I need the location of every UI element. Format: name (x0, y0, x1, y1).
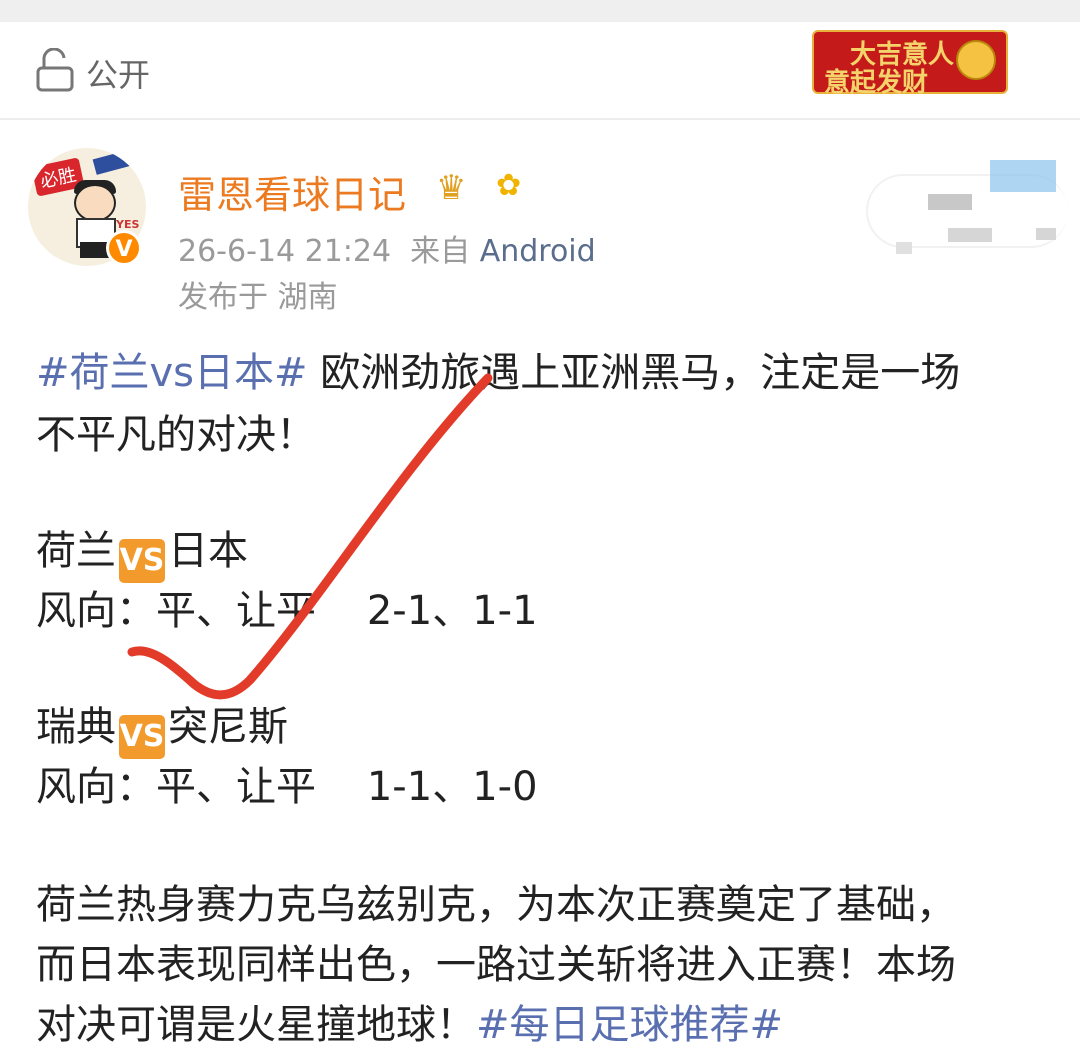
avatar-note: YES (116, 218, 140, 231)
post-para-line2: 而日本表现同样出色，一路过关斩将进入正赛！本场 (36, 942, 956, 988)
match2-tip: 风向：平、让平 1-1、1-0 (36, 764, 538, 810)
match2-away: 突尼斯 (168, 704, 288, 750)
post-source[interactable]: Android (480, 234, 596, 269)
coin-icon (956, 40, 996, 80)
vs-emoji-icon: VS (119, 715, 165, 759)
blurred-element (928, 194, 972, 210)
top-strip (0, 0, 1080, 22)
verified-badge-icon: V (106, 230, 142, 266)
match1-title: 荷兰 VS日本 (36, 518, 248, 583)
sunflower-icon: ✿ (496, 168, 522, 203)
topic-link[interactable]: #每日足球推荐# (476, 1002, 783, 1048)
vs-emoji-icon: VS (119, 539, 165, 583)
visibility-label: 公开 (86, 56, 151, 94)
match1-away: 日本 (168, 528, 248, 574)
post-para-line1: 荷兰热身赛力克乌兹别克，为本次正赛奠定了基础， (36, 882, 956, 928)
post-intro-line1: #荷兰vs日本# 欧洲劲旅遇上亚洲黑马，注定是一场 (36, 340, 960, 398)
lock-open-icon (36, 48, 74, 92)
author-name[interactable]: 雷恩看球日记 (178, 164, 406, 219)
post-para-line3: 对决可谓是火星撞地球！#每日足球推荐# (36, 992, 783, 1050)
from-label: 来自 (410, 234, 471, 269)
para-text: 对决可谓是火星撞地球！ (36, 1002, 476, 1048)
blurred-element (896, 242, 912, 254)
post-intro-line2: 不平凡的对决！ (36, 412, 316, 458)
match1-tip: 风向：平、让平 2-1、1-1 (36, 588, 538, 634)
post-location: 发布于 湖南 (178, 280, 338, 315)
topic-link[interactable]: #荷兰vs日本# (36, 350, 308, 396)
match2-title: 瑞典 VS突尼斯 (36, 694, 288, 759)
crown-icon[interactable]: ♛ (436, 168, 466, 208)
blurred-element (990, 160, 1056, 192)
avatar-head (74, 184, 116, 222)
match2-home: 瑞典 (36, 704, 116, 750)
post-time: 26-6-14 21:24 (178, 234, 392, 269)
blurred-element (948, 228, 992, 242)
badge-line2: 意起发财 (824, 68, 929, 98)
divider (0, 118, 1080, 120)
grad-hat-icon (92, 149, 136, 175)
intro-text: 欧洲劲旅遇上亚洲黑马，注定是一场 (307, 350, 961, 396)
match1-home: 荷兰 (36, 528, 116, 574)
post-meta: 26-6-14 21:24 来自 Android (178, 226, 596, 270)
festival-badge: 大吉意人 意起发财 (812, 30, 1008, 98)
blurred-element (1036, 228, 1056, 240)
